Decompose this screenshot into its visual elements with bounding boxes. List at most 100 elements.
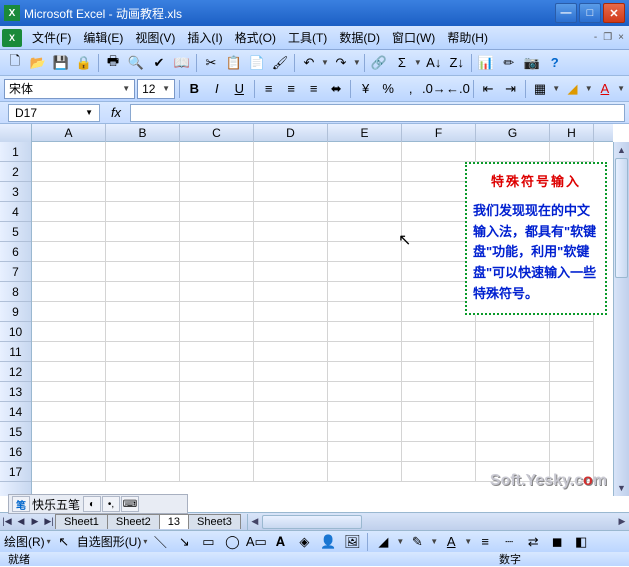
menu-file[interactable]: 文件(F) bbox=[26, 26, 77, 49]
cell[interactable] bbox=[106, 162, 180, 182]
cell[interactable] bbox=[328, 362, 402, 382]
cell[interactable] bbox=[476, 362, 550, 382]
sort-desc-icon[interactable]: Z↓ bbox=[446, 52, 468, 74]
cell[interactable] bbox=[402, 402, 476, 422]
cell[interactable] bbox=[32, 142, 106, 162]
line-style-icon[interactable]: ≡ bbox=[474, 531, 496, 553]
cell[interactable] bbox=[328, 182, 402, 202]
doc-close-button[interactable]: × bbox=[615, 30, 627, 45]
col-header[interactable]: A bbox=[32, 124, 106, 142]
diagram-icon[interactable]: ◈ bbox=[293, 531, 315, 553]
font-size-combo[interactable]: 12▼ bbox=[137, 79, 175, 99]
sheet-tab-active[interactable]: 13 bbox=[159, 514, 189, 529]
cell[interactable] bbox=[328, 222, 402, 242]
cell[interactable] bbox=[106, 442, 180, 462]
ime-halfmoon-icon[interactable]: ◐ bbox=[83, 496, 101, 512]
copy-icon[interactable]: 📋 bbox=[223, 52, 245, 74]
cell[interactable] bbox=[328, 142, 402, 162]
autoshapes-menu[interactable]: 自选图形(U) bbox=[77, 533, 142, 550]
cell[interactable] bbox=[106, 242, 180, 262]
cell[interactable] bbox=[254, 342, 328, 362]
cell[interactable] bbox=[32, 342, 106, 362]
cell[interactable] bbox=[254, 262, 328, 282]
row-header[interactable]: 10 bbox=[0, 322, 31, 342]
oval-icon[interactable]: ◯ bbox=[221, 531, 243, 553]
font-color-icon[interactable]: A bbox=[595, 78, 616, 100]
cell[interactable] bbox=[476, 322, 550, 342]
sheet-tab[interactable]: Sheet3 bbox=[188, 514, 241, 529]
row-header[interactable]: 14 bbox=[0, 402, 31, 422]
cell[interactable] bbox=[106, 422, 180, 442]
cell[interactable] bbox=[254, 382, 328, 402]
cell[interactable] bbox=[106, 262, 180, 282]
shadow-icon[interactable]: ◼ bbox=[546, 531, 568, 553]
cell[interactable] bbox=[180, 462, 254, 482]
cell[interactable] bbox=[254, 222, 328, 242]
cell[interactable] bbox=[254, 242, 328, 262]
cell[interactable] bbox=[328, 162, 402, 182]
tab-prev-icon[interactable]: ◀ bbox=[14, 514, 28, 530]
close-button[interactable]: ✕ bbox=[603, 3, 625, 23]
cell[interactable] bbox=[328, 322, 402, 342]
cell[interactable] bbox=[106, 342, 180, 362]
col-header[interactable]: D bbox=[254, 124, 328, 142]
cell[interactable] bbox=[106, 302, 180, 322]
research-icon[interactable]: 📖 bbox=[171, 52, 193, 74]
cell[interactable] bbox=[254, 462, 328, 482]
cell[interactable] bbox=[476, 342, 550, 362]
cell[interactable] bbox=[180, 282, 254, 302]
cell[interactable] bbox=[402, 322, 476, 342]
new-icon[interactable]: 🗋 bbox=[4, 52, 26, 74]
cell[interactable] bbox=[106, 362, 180, 382]
cell[interactable] bbox=[254, 442, 328, 462]
cell[interactable] bbox=[106, 462, 180, 482]
fx-icon[interactable]: fx bbox=[106, 105, 126, 120]
cell[interactable] bbox=[180, 162, 254, 182]
cell[interactable] bbox=[32, 442, 106, 462]
arrow-icon[interactable]: ↘ bbox=[173, 531, 195, 553]
sheet-tab[interactable]: Sheet1 bbox=[55, 514, 108, 529]
clipart-icon[interactable]: 👤 bbox=[317, 531, 339, 553]
cell[interactable] bbox=[328, 442, 402, 462]
cell[interactable] bbox=[32, 402, 106, 422]
cell[interactable] bbox=[328, 302, 402, 322]
row-header[interactable]: 13 bbox=[0, 382, 31, 402]
cell[interactable] bbox=[106, 202, 180, 222]
vertical-scrollbar[interactable]: ▲ ▼ bbox=[613, 142, 629, 496]
3d-icon[interactable]: ◧ bbox=[570, 531, 592, 553]
cell[interactable] bbox=[180, 402, 254, 422]
cell[interactable] bbox=[254, 302, 328, 322]
cell[interactable] bbox=[328, 342, 402, 362]
cell[interactable] bbox=[180, 442, 254, 462]
tab-last-icon[interactable]: ▶| bbox=[42, 514, 56, 530]
cell[interactable] bbox=[254, 182, 328, 202]
scroll-up-icon[interactable]: ▲ bbox=[614, 142, 629, 158]
cell[interactable] bbox=[402, 442, 476, 462]
cell[interactable] bbox=[180, 322, 254, 342]
ime-toolbar[interactable]: 笔 快乐五笔 ◐ •, ⌨ bbox=[8, 494, 188, 514]
cell[interactable] bbox=[32, 382, 106, 402]
cell[interactable] bbox=[476, 382, 550, 402]
row-header[interactable]: 4 bbox=[0, 202, 31, 222]
menu-insert[interactable]: 插入(I) bbox=[181, 26, 228, 49]
name-box[interactable]: D17▼ bbox=[8, 104, 100, 122]
fill-color-icon[interactable]: ◢ bbox=[562, 78, 583, 100]
cell[interactable] bbox=[550, 322, 594, 342]
cell[interactable] bbox=[550, 142, 594, 162]
cell[interactable] bbox=[32, 362, 106, 382]
scroll-thumb[interactable] bbox=[615, 158, 628, 278]
hyperlink-icon[interactable]: 🔗 bbox=[368, 52, 390, 74]
print-icon[interactable]: 🖶 bbox=[102, 52, 124, 74]
col-header[interactable]: H bbox=[550, 124, 594, 142]
row-header[interactable]: 2 bbox=[0, 162, 31, 182]
cell[interactable] bbox=[106, 402, 180, 422]
row-header[interactable]: 8 bbox=[0, 282, 31, 302]
col-header[interactable]: F bbox=[402, 124, 476, 142]
decrease-indent-icon[interactable]: ⇤ bbox=[478, 78, 499, 100]
cell[interactable] bbox=[106, 322, 180, 342]
scroll-left-icon[interactable]: ◀ bbox=[248, 514, 262, 530]
align-left-icon[interactable]: ≡ bbox=[258, 78, 279, 100]
spreadsheet-grid[interactable]: A B C D E F G H 123456789101112131415161… bbox=[0, 124, 629, 496]
col-header[interactable]: G bbox=[476, 124, 550, 142]
fill-color-icon[interactable]: ◢ bbox=[372, 531, 394, 553]
